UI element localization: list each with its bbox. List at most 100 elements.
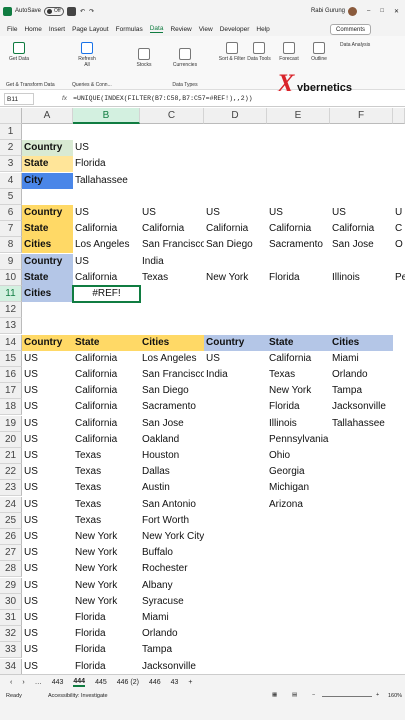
- row-header-5[interactable]: 5: [0, 188, 22, 205]
- stocks-button[interactable]: Stocks: [130, 48, 158, 68]
- redo-icon[interactable]: ↷: [89, 8, 94, 15]
- row-header-17[interactable]: 17: [0, 383, 22, 400]
- get-data-button[interactable]: Get Data: [8, 42, 30, 62]
- value-state: Florida: [75, 158, 106, 170]
- row-header-4[interactable]: 4: [0, 172, 22, 189]
- row-header-8[interactable]: 8: [0, 237, 22, 254]
- row-header-2[interactable]: 2: [0, 140, 22, 157]
- row-header-32[interactable]: 32: [0, 626, 22, 643]
- row-header-31[interactable]: 31: [0, 610, 22, 626]
- column-header-D[interactable]: D: [204, 108, 267, 124]
- column-header-C[interactable]: C: [140, 108, 204, 124]
- row-header-25[interactable]: 25: [0, 512, 22, 529]
- row-header-20[interactable]: 20: [0, 431, 22, 448]
- menu-tab-home[interactable]: Home: [24, 26, 41, 33]
- outline-button[interactable]: Outline: [306, 42, 332, 62]
- data-tools-button[interactable]: Data Tools: [246, 42, 272, 62]
- name-box[interactable]: B11: [4, 92, 34, 105]
- column-header-F[interactable]: F: [330, 108, 393, 124]
- fx-icon[interactable]: fx: [62, 95, 67, 102]
- minimize-icon[interactable]: –: [367, 8, 370, 14]
- zoom-level[interactable]: 160%: [388, 693, 402, 699]
- close-icon[interactable]: ✕: [394, 8, 399, 15]
- worksheet-grid[interactable]: A B C D E F 1 2 3 4 5 6 7 8 9 10 11 12 13 14 15 16 17 18 19 20 21 2…: [0, 108, 405, 674]
- add-sheet-icon[interactable]: +: [188, 679, 192, 686]
- row-header-3[interactable]: 3: [0, 156, 22, 173]
- row-header-10[interactable]: 10: [0, 269, 22, 286]
- save-icon[interactable]: [67, 6, 77, 16]
- row-header-9[interactable]: 9: [0, 253, 22, 270]
- avatar[interactable]: [348, 6, 357, 16]
- refresh-all-button[interactable]: Refresh All: [75, 42, 99, 68]
- row-header-34[interactable]: 34: [0, 658, 22, 674]
- currencies-button[interactable]: Currencies: [168, 48, 202, 68]
- sheet-tab-443[interactable]: 443: [52, 679, 64, 686]
- table-row-cell: Jacksonville: [142, 660, 196, 672]
- row-header-15[interactable]: 15: [0, 350, 22, 367]
- zoom-slider[interactable]: [322, 696, 372, 697]
- table-row-cell: Dallas: [142, 466, 170, 478]
- title-bar: AutoSave Off ↶ ↷ Rabi Gurung – □ ✕: [0, 0, 405, 22]
- spill-cell: Pe: [395, 271, 405, 283]
- menu-tab-insert[interactable]: Insert: [49, 26, 65, 33]
- row-header-26[interactable]: 26: [0, 529, 22, 545]
- normal-view-icon[interactable]: ▦: [272, 692, 277, 698]
- menu-tab-formulas[interactable]: Formulas: [116, 26, 143, 33]
- row-header-22[interactable]: 22: [0, 464, 22, 481]
- row-label: Country: [22, 253, 73, 270]
- maximize-icon[interactable]: □: [380, 8, 384, 14]
- row-header-11[interactable]: 11: [0, 286, 22, 302]
- row-header-30[interactable]: 30: [0, 593, 22, 610]
- row-header-6[interactable]: 6: [0, 205, 22, 221]
- column-header-A[interactable]: A: [22, 108, 73, 124]
- column-header-B[interactable]: B: [73, 108, 140, 124]
- row-header-21[interactable]: 21: [0, 448, 22, 464]
- row-header-23[interactable]: 23: [0, 480, 22, 497]
- row-header-13[interactable]: 13: [0, 318, 22, 335]
- sheet-tab-446-2-[interactable]: 446 (2): [117, 679, 139, 686]
- formula-input[interactable]: =UNIQUE(INDEX(FILTER(B7:C58,B7:C57=#REF!…: [73, 95, 252, 102]
- row-header-14[interactable]: 14: [0, 334, 22, 351]
- autosave-toggle[interactable]: Off: [44, 6, 65, 16]
- accessibility-status[interactable]: Accessibility: Investigate: [48, 693, 108, 699]
- forecast-button[interactable]: Forecast: [276, 42, 302, 62]
- row-header-19[interactable]: 19: [0, 415, 22, 432]
- menu-tab-view[interactable]: View: [199, 26, 213, 33]
- row-header-29[interactable]: 29: [0, 577, 22, 594]
- sheet-tab-43[interactable]: 43: [171, 679, 179, 686]
- active-cell-selection[interactable]: [72, 285, 141, 303]
- row-header-1[interactable]: 1: [0, 124, 22, 140]
- sort-filter-button[interactable]: Sort & Filter: [218, 42, 246, 62]
- menu-tab-file[interactable]: File: [7, 26, 17, 33]
- spill-cell: US: [142, 207, 156, 218]
- menu-tab-developer[interactable]: Developer: [220, 26, 250, 33]
- sheet-nav-prev-icon[interactable]: ‹: [10, 679, 12, 686]
- sheet-tab-444[interactable]: 444: [73, 678, 86, 687]
- sheet-tab-446[interactable]: 446: [149, 679, 161, 686]
- data-analysis-button[interactable]: Data Analysis: [340, 42, 400, 48]
- more-sheets-icon[interactable]: …: [35, 679, 42, 686]
- sheet-tab-445[interactable]: 445: [95, 679, 107, 686]
- page-layout-icon[interactable]: ▤: [292, 692, 297, 698]
- undo-icon[interactable]: ↶: [80, 8, 85, 15]
- menu-tab-page-layout[interactable]: Page Layout: [72, 26, 109, 33]
- select-all-corner[interactable]: [0, 108, 22, 124]
- row-header-28[interactable]: 28: [0, 561, 22, 578]
- menu-tab-review[interactable]: Review: [170, 26, 191, 33]
- row-header-24[interactable]: 24: [0, 496, 22, 513]
- sheet-nav-next-icon[interactable]: ›: [22, 679, 24, 686]
- comments-button[interactable]: Comments: [330, 24, 372, 35]
- column-header-G[interactable]: [393, 108, 405, 124]
- menu-tab-help[interactable]: Help: [256, 26, 269, 33]
- row-header-27[interactable]: 27: [0, 545, 22, 562]
- row-header-16[interactable]: 16: [0, 367, 22, 383]
- zoom-in-icon[interactable]: +: [376, 692, 379, 698]
- column-header-E[interactable]: E: [267, 108, 330, 124]
- row-header-33[interactable]: 33: [0, 642, 22, 659]
- menu-tab-data[interactable]: Data: [149, 25, 164, 33]
- row-header-12[interactable]: 12: [0, 302, 22, 319]
- row-header-7[interactable]: 7: [0, 221, 22, 238]
- table-row-cell: Albany: [142, 579, 173, 591]
- zoom-out-icon[interactable]: −: [312, 692, 315, 698]
- row-header-18[interactable]: 18: [0, 399, 22, 416]
